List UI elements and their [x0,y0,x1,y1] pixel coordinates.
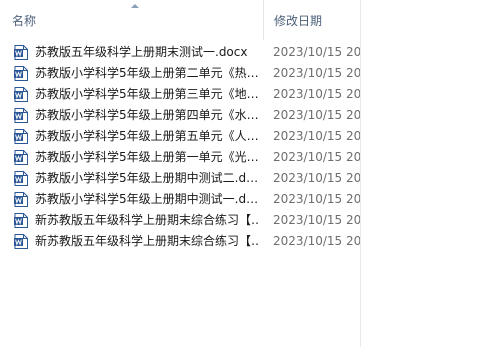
file-explorer-details-view: 名称 修改日期 苏教版五年级科学上册期末测试一.docx 2023/10/15 2… [0,0,482,347]
word-document-icon [14,234,28,249]
column-header-name-label: 名称 [12,14,37,28]
file-name: 苏教版小学科学5年级上册期中测试二.d… [35,171,259,185]
word-document-icon [14,192,28,207]
file-row[interactable]: 苏教版小学科学5年级上册期中测试一.d… 2023/10/15 20 [0,189,360,210]
file-row[interactable]: 新苏教版五年级科学上册期末综合练习【… 2023/10/15 20 [0,231,360,252]
file-date-modified: 2023/10/15 20 [273,108,360,122]
file-date-modified: 2023/10/15 20 [273,129,360,143]
file-name: 苏教版小学科学5年级上册第四单元《水… [35,108,259,122]
file-name: 苏教版小学科学5年级上册第三单元《地… [35,87,259,101]
file-date-modified: 2023/10/15 20 [273,192,360,206]
file-row[interactable]: 苏教版五年级科学上册期末测试一.docx 2023/10/15 20 [0,42,360,63]
file-name: 苏教版小学科学5年级上册第五单元《人… [35,129,259,143]
file-name: 苏教版小学科学5年级上册第二单元《热… [35,66,259,80]
column-header-date-modified[interactable]: 修改日期 [263,0,360,40]
file-date-modified: 2023/10/15 20 [273,150,360,164]
file-row[interactable]: 新苏教版五年级科学上册期末综合练习【… 2023/10/15 20 [0,210,360,231]
word-document-icon [14,66,28,81]
column-header-date-label: 修改日期 [274,14,323,28]
file-name: 新苏教版五年级科学上册期末综合练习【… [35,213,259,227]
file-name: 新苏教版五年级科学上册期末综合练习【… [35,234,259,248]
word-document-icon [14,150,28,165]
file-row[interactable]: 苏教版小学科学5年级上册期中测试二.d… 2023/10/15 20 [0,168,360,189]
file-date-modified: 2023/10/15 20 [273,45,360,59]
file-row[interactable]: 苏教版小学科学5年级上册第三单元《地… 2023/10/15 20 [0,84,360,105]
column-header-row: 名称 修改日期 [0,0,360,40]
file-row[interactable]: 苏教版小学科学5年级上册第四单元《水… 2023/10/15 20 [0,105,360,126]
file-row[interactable]: 苏教版小学科学5年级上册第一单元《光… 2023/10/15 20 [0,147,360,168]
file-date-modified: 2023/10/15 20 [273,234,360,248]
file-name: 苏教版小学科学5年级上册第一单元《光… [35,150,259,164]
word-document-icon [14,45,28,60]
word-document-icon [14,108,28,123]
file-name: 苏教版五年级科学上册期末测试一.docx [35,45,248,59]
file-row[interactable]: 苏教版小学科学5年级上册第五单元《人… 2023/10/15 20 [0,126,360,147]
sort-ascending-icon [131,4,139,8]
file-name: 苏教版小学科学5年级上册期中测试一.d… [35,192,259,206]
word-document-icon [14,87,28,102]
column-divider [360,0,361,347]
file-date-modified: 2023/10/15 20 [273,213,360,227]
word-document-icon [14,171,28,186]
file-date-modified: 2023/10/15 20 [273,171,360,185]
file-list: 苏教版五年级科学上册期末测试一.docx 2023/10/15 20 苏教版小学科学… [0,42,360,252]
word-document-icon [14,129,28,144]
file-date-modified: 2023/10/15 20 [273,66,360,80]
file-date-modified: 2023/10/15 20 [273,87,360,101]
word-document-icon [14,213,28,228]
file-row[interactable]: 苏教版小学科学5年级上册第二单元《热… 2023/10/15 20 [0,63,360,84]
